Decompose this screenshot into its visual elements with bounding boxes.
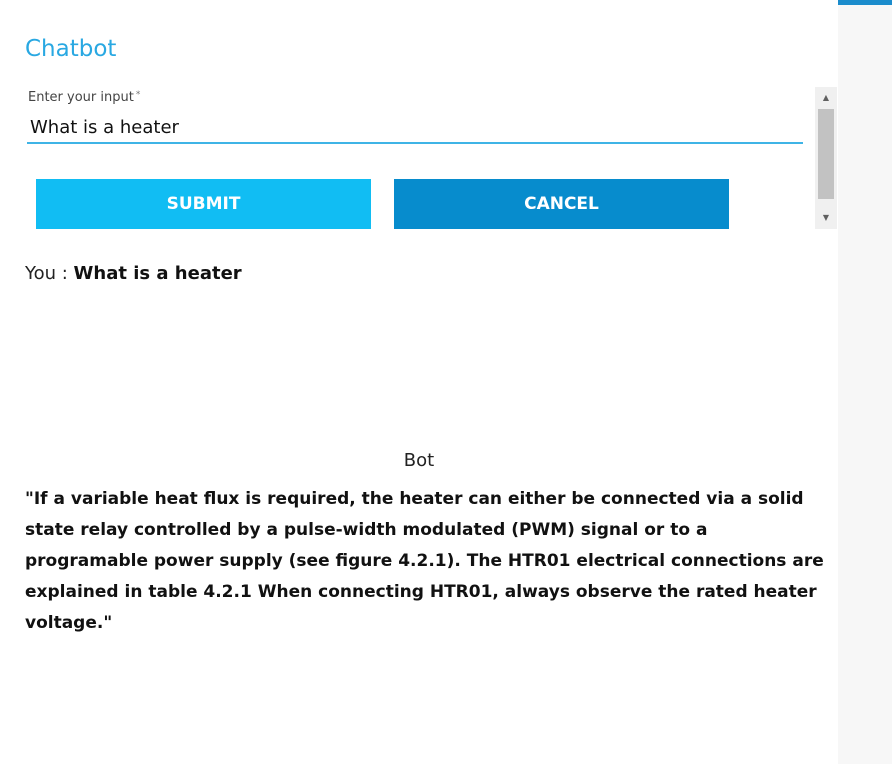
cancel-button[interactable]: CANCEL (394, 179, 729, 229)
user-prefix: You : (25, 263, 74, 284)
chat-input-field[interactable] (27, 112, 803, 144)
scroll-down-arrow-icon[interactable]: ▼ (815, 209, 837, 227)
input-label: Enter your input * (28, 90, 140, 105)
user-message: What is a heater (73, 263, 242, 284)
required-mark: * (135, 90, 141, 100)
bot-reply: "If a variable heat flux is required, th… (25, 489, 824, 633)
submit-button[interactable]: SUBMIT (36, 179, 371, 229)
input-label-text: Enter your input (28, 90, 134, 105)
bot-label: Bot (403, 450, 435, 471)
user-message-line: You : What is a heater (25, 263, 242, 284)
scroll-thumb[interactable] (818, 109, 834, 199)
chatbot-panel: Chatbot Enter your input* ▲ ▼ SUBMIT CAN… (0, 0, 838, 764)
input-scrollbar[interactable]: ▲ ▼ (815, 87, 837, 229)
scroll-up-arrow-icon[interactable]: ▲ (815, 89, 837, 107)
app-title: Chatbot (25, 36, 117, 62)
